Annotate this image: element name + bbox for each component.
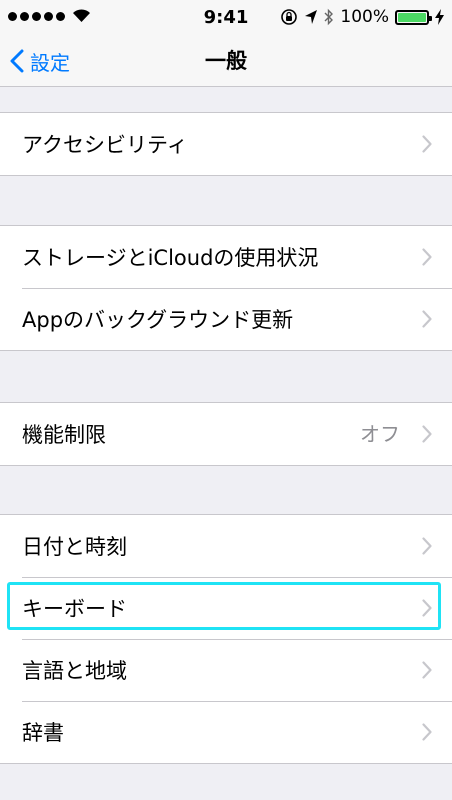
list-item-accessibility[interactable]: アクセシビリティ (0, 113, 452, 175)
list-item-date-time[interactable]: 日付と時刻 (0, 515, 452, 577)
list-item-keyboard[interactable]: キーボード (0, 577, 452, 639)
restrictions-status: オフ (360, 422, 400, 446)
chevron-right-icon (422, 248, 432, 266)
list-item-background-app-refresh[interactable]: Appのバックグラウンド更新 (0, 288, 452, 350)
chevron-right-icon (422, 723, 432, 741)
settings-group: 日付と時刻 キーボード 言語と地域 辞書 (0, 514, 452, 764)
list-item-label: 機能制限 (22, 423, 106, 447)
orientation-lock-icon (281, 9, 298, 25)
page-title: 一般 (205, 49, 247, 73)
location-icon (305, 10, 318, 24)
list-item-label: ストレージとiCloudの使用状況 (22, 246, 319, 270)
chevron-right-icon (422, 661, 432, 679)
battery-tip (429, 15, 432, 21)
battery-icon (395, 9, 432, 25)
navigation-bar: 設定 一般 (0, 36, 452, 87)
list-item-restrictions[interactable]: 機能制限 オフ (0, 403, 452, 465)
chevron-right-icon (422, 599, 432, 617)
list-item-label: アクセシビリティ (22, 133, 188, 157)
list-item-label: 日付と時刻 (22, 535, 127, 559)
chevron-right-icon (422, 310, 432, 328)
list-item-label: 辞書 (22, 721, 64, 745)
status-bar: 9:41 100% (0, 0, 452, 36)
list-item-storage-icloud[interactable]: ストレージとiCloudの使用状況 (0, 226, 452, 288)
chevron-right-icon (422, 425, 432, 443)
settings-group: アクセシビリティ (0, 112, 452, 176)
list-item-label: Appのバックグラウンド更新 (22, 308, 294, 332)
battery-percent: 100% (340, 7, 389, 27)
charging-bolt-icon (435, 9, 444, 25)
list-item-label: キーボード (22, 597, 127, 621)
list-item-dictionary[interactable]: 辞書 (0, 701, 452, 763)
settings-group: 機能制限 オフ (0, 402, 452, 466)
list-item-language-region[interactable]: 言語と地域 (0, 639, 452, 701)
chevron-right-icon (422, 135, 432, 153)
settings-group: ストレージとiCloudの使用状況 Appのバックグラウンド更新 (0, 225, 452, 351)
chevron-right-icon (422, 537, 432, 555)
bluetooth-icon (324, 8, 334, 26)
battery-fill (398, 12, 426, 22)
list-item-label: 言語と地域 (22, 659, 127, 683)
